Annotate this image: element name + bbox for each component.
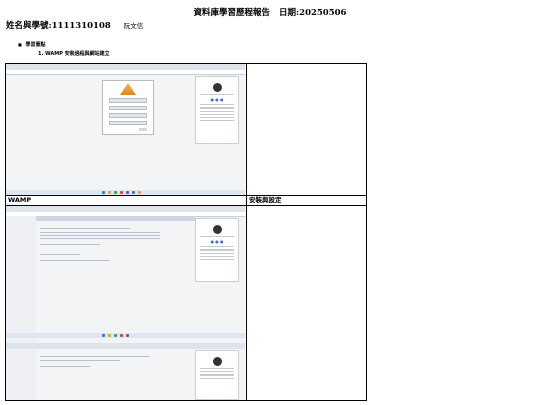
avatar-icon <box>212 357 222 366</box>
database-tree-image <box>6 349 36 400</box>
table-row: WAMP 安裝與設定 <box>5 195 368 206</box>
report-date: 日期:20250506 <box>279 8 347 18</box>
student-info: 姓名與學號:1111310108 阮文信 <box>6 19 143 31</box>
bullet-icon: ■ <box>18 42 22 47</box>
profile-panel-image: ● ● ● <box>195 218 239 282</box>
student-id-label: 姓名與學號:1111310108 <box>6 21 111 31</box>
table-row: ● ● ● <box>5 205 368 401</box>
screenshot-cell: ● ● ● <box>5 63 247 196</box>
pma-toolbar-image <box>36 216 195 221</box>
list-item: 1. WAMP 安裝過程與網站建立 <box>38 51 110 57</box>
profile-panel-image <box>195 350 239 400</box>
avatar-icon <box>212 83 222 92</box>
student-name: 阮文信 <box>123 22 144 30</box>
report-title-text: 資料庫學習歷程報告 <box>193 8 271 18</box>
section-heading: ■ 學習重點 <box>18 41 46 48</box>
sailboat-logo-icon <box>120 83 136 95</box>
browser-address-bar <box>6 70 245 75</box>
profile-panel-image: ● ● ● <box>195 76 239 144</box>
row-side-label: 安裝與設定 <box>245 195 368 206</box>
section-heading-text: 學習重點 <box>25 42 46 48</box>
browser-tabbar <box>6 343 245 349</box>
table-row: ● ● ● <box>5 63 368 196</box>
avatar-icon <box>212 225 222 234</box>
blank-cell <box>245 205 368 401</box>
row-label: WAMP <box>5 195 247 206</box>
taskbar-image <box>6 333 245 338</box>
taskbar-image <box>6 190 245 195</box>
blank-cell <box>245 63 368 196</box>
login-form-image <box>102 80 154 135</box>
phpmyadmin-screenshot: ● ● ● <box>6 206 245 400</box>
report-table: ● ● ● WAMP 安裝與設定 ● ● ● <box>5 63 368 401</box>
dots-icon: ● ● ● <box>210 97 224 103</box>
wamp-home-screenshot: ● ● ● <box>6 64 245 195</box>
dots-icon: ● ● ● <box>210 239 224 245</box>
report-title: 資料庫學習歷程報告 日期:20250506 <box>0 6 540 18</box>
screenshot-cell: ● ● ● <box>5 205 247 401</box>
